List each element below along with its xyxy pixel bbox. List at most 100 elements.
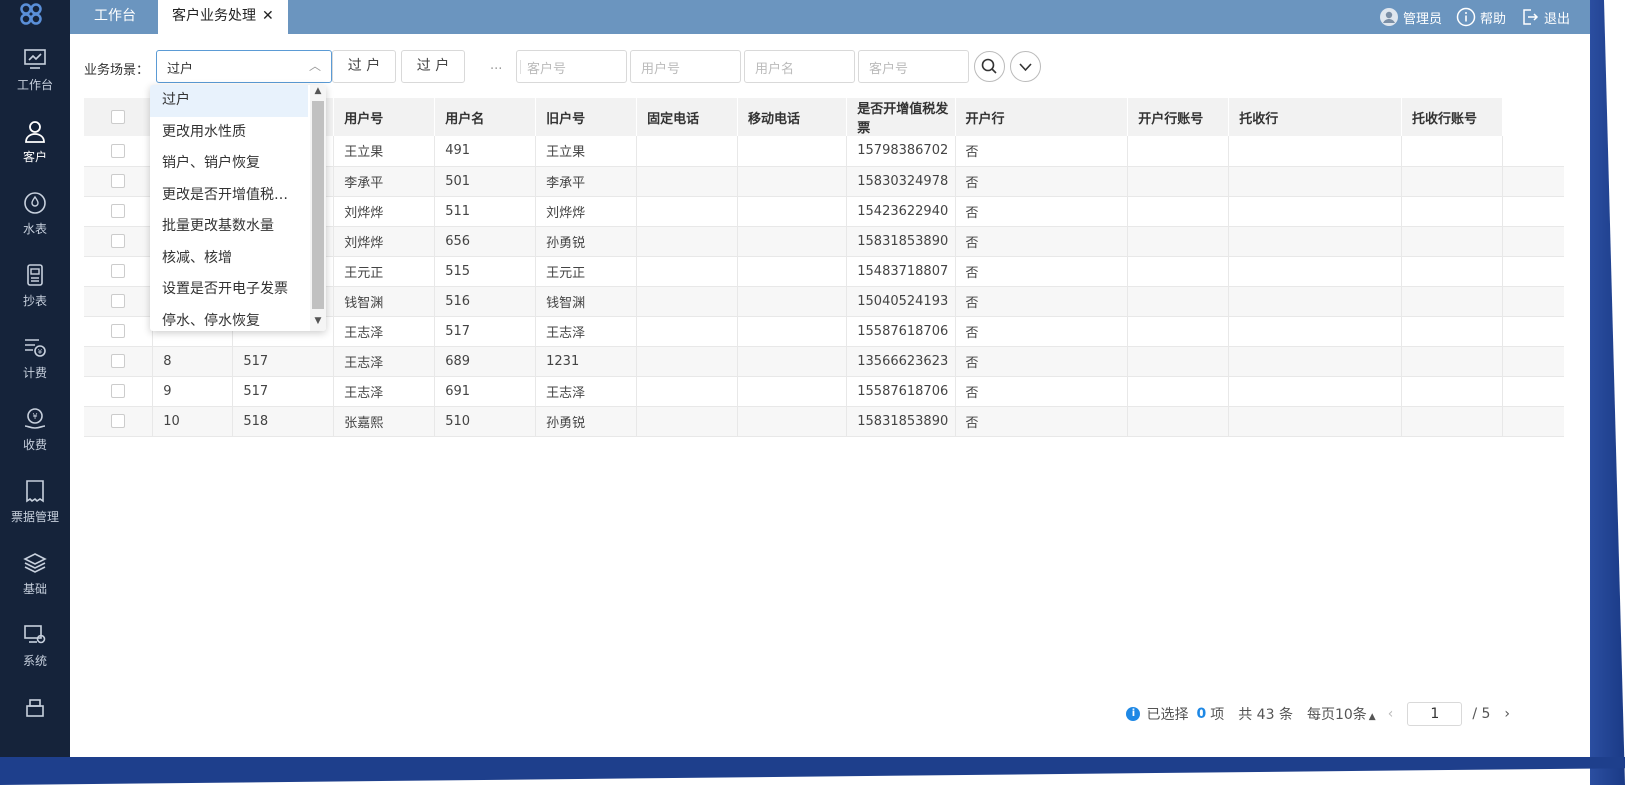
dropdown-scrollbar[interactable]: ▲ ▼ <box>310 85 326 331</box>
table-cell: 王立果 <box>535 136 638 167</box>
sidebar-item-1[interactable]: 客户 <box>0 118 70 188</box>
business-scene-select[interactable]: 过户 ︿ <box>156 50 332 83</box>
row-checkbox[interactable] <box>111 294 126 308</box>
table-cell: 15831853890 <box>846 406 956 437</box>
search-button[interactable] <box>974 51 1005 82</box>
sidebar-item-label: 收费 <box>22 438 47 452</box>
column-header: 托收行账号 <box>1401 98 1503 136</box>
table-cell <box>1228 196 1402 227</box>
close-icon[interactable]: ✕ <box>262 8 274 24</box>
help-button[interactable]: 帮助 <box>1456 7 1506 27</box>
column-header[interactable] <box>84 98 154 136</box>
table-cell <box>636 376 738 407</box>
table-cell: 15831853890 <box>846 226 956 257</box>
table-cell <box>737 136 848 167</box>
table-cell <box>1502 226 1564 257</box>
billing-icon: ¥ <box>22 334 48 360</box>
scroll-down-icon[interactable]: ▼ <box>312 316 324 330</box>
more-options[interactable]: ... <box>490 58 502 73</box>
sidebar-item-2[interactable]: 水表 <box>0 190 70 260</box>
table-cell <box>737 166 848 197</box>
table-cell <box>737 376 848 407</box>
column-header: 用户号 <box>333 98 436 136</box>
logout-button[interactable]: 退出 <box>1520 7 1570 27</box>
row-checkbox[interactable] <box>111 354 126 368</box>
row-checkbox[interactable] <box>111 143 126 158</box>
tab-customer-business[interactable]: 客户业务处理 ✕ <box>158 0 288 34</box>
table-cell <box>1228 226 1402 257</box>
expand-button[interactable] <box>1010 51 1041 82</box>
table-cell: 689 <box>434 346 537 377</box>
table-cell <box>737 406 848 437</box>
table-cell: 否 <box>955 136 1129 167</box>
column-header: 移动电话 <box>737 98 848 136</box>
row-checkbox[interactable] <box>111 414 126 428</box>
sidebar-item-0[interactable]: 工作台 <box>0 46 70 116</box>
chevron-down-icon <box>1019 63 1032 72</box>
row-checkbox[interactable] <box>111 324 126 338</box>
prev-page-button[interactable]: ‹ <box>1388 706 1394 722</box>
svg-text:¥: ¥ <box>38 348 43 356</box>
table-cell <box>636 256 738 287</box>
pagination: i 已选择 0 项 共 43 条 每页10条 ▲ ‹ 1 / 5 › <box>1126 701 1510 727</box>
table-row[interactable]: 8 517 王志泽 689 1231 13566623623 否 <box>84 346 1564 377</box>
table-cell: 15587618706 <box>846 316 956 347</box>
user-menu[interactable]: 管理员 <box>1379 7 1442 27</box>
scrollbar-thumb[interactable] <box>312 101 324 309</box>
row-checkbox-cell <box>84 286 154 317</box>
page-number-input[interactable]: 1 <box>1407 702 1463 726</box>
table-cell: 15423622940 <box>846 196 956 227</box>
user-name-input[interactable]: 用户名 <box>744 50 855 83</box>
help-label: 帮助 <box>1479 11 1506 27</box>
sidebar-item-more[interactable] <box>0 696 70 757</box>
table-cell <box>1502 376 1564 407</box>
dropdown-option[interactable]: 更改用水性质 <box>150 117 308 149</box>
customer-no-input[interactable]: 客户号 <box>516 50 627 83</box>
table-cell <box>1401 256 1503 287</box>
sidebar-item-8[interactable]: 系统 <box>0 622 70 692</box>
input-placeholder: 客户号 <box>869 62 909 77</box>
row-checkbox[interactable] <box>111 384 126 398</box>
dropdown-option[interactable]: 设置是否开电子发票 <box>150 274 308 306</box>
table-row[interactable]: 10 518 张嘉熙 510 孙勇锐 15831853890 否 <box>84 406 1564 437</box>
dropdown-option[interactable]: 过户 <box>150 85 308 117</box>
tab-workbench[interactable]: 工作台 <box>80 0 158 34</box>
table-row[interactable]: 9 517 王志泽 691 王志泽 15587618706 否 <box>84 376 1564 407</box>
table-cell: 511 <box>434 196 537 227</box>
table-cell <box>737 286 848 317</box>
dropdown-option[interactable]: 核减、核增 <box>150 243 308 275</box>
dropdown-option[interactable]: 批量更改基数水量 <box>150 211 308 243</box>
dropdown-option[interactable]: 更改是否开增值税… <box>150 180 308 212</box>
table-cell <box>737 226 848 257</box>
decorative-frame-right <box>1590 0 1625 785</box>
printer-icon <box>22 696 48 722</box>
customer-no-input-2[interactable]: 客户号 <box>858 50 969 83</box>
sidebar-item-6[interactable]: 票据管理 <box>0 478 70 548</box>
page-size-select[interactable]: 每页10条 ▲ <box>1307 704 1376 724</box>
next-page-button[interactable]: › <box>1504 706 1510 722</box>
meter-reading-icon <box>22 262 48 288</box>
sidebar-item-5[interactable]: ¥ 收费 <box>0 406 70 476</box>
dropdown-option[interactable]: 销户、销户恢复 <box>150 148 308 180</box>
dropdown-option[interactable]: 停水、停水恢复 <box>150 306 308 332</box>
option-button[interactable]: 过 户 <box>332 50 396 83</box>
select-value: 过户 <box>167 62 194 77</box>
column-header: 用户名 <box>434 98 537 136</box>
option-button[interactable]: 过 户 <box>401 50 465 83</box>
table-cell: 517 <box>232 376 335 407</box>
table-cell: 李承平 <box>535 166 638 197</box>
user-no-input[interactable]: 用户号 <box>630 50 741 83</box>
sidebar-item-4[interactable]: ¥ 计费 <box>0 334 70 404</box>
row-checkbox[interactable] <box>111 204 126 218</box>
row-checkbox[interactable] <box>111 174 126 188</box>
row-checkbox[interactable] <box>111 234 126 248</box>
table-cell: 王元正 <box>333 256 436 287</box>
row-checkbox[interactable] <box>111 264 126 278</box>
select-all-checkbox[interactable] <box>111 110 126 124</box>
table-cell: 15830324978 <box>846 166 956 197</box>
scroll-up-icon[interactable]: ▲ <box>312 86 324 100</box>
sidebar-item-3[interactable]: 抄表 <box>0 262 70 332</box>
logout-label: 退出 <box>1543 11 1570 27</box>
table-cell: 517 <box>232 346 335 377</box>
sidebar-item-7[interactable]: 基础 <box>0 550 70 620</box>
